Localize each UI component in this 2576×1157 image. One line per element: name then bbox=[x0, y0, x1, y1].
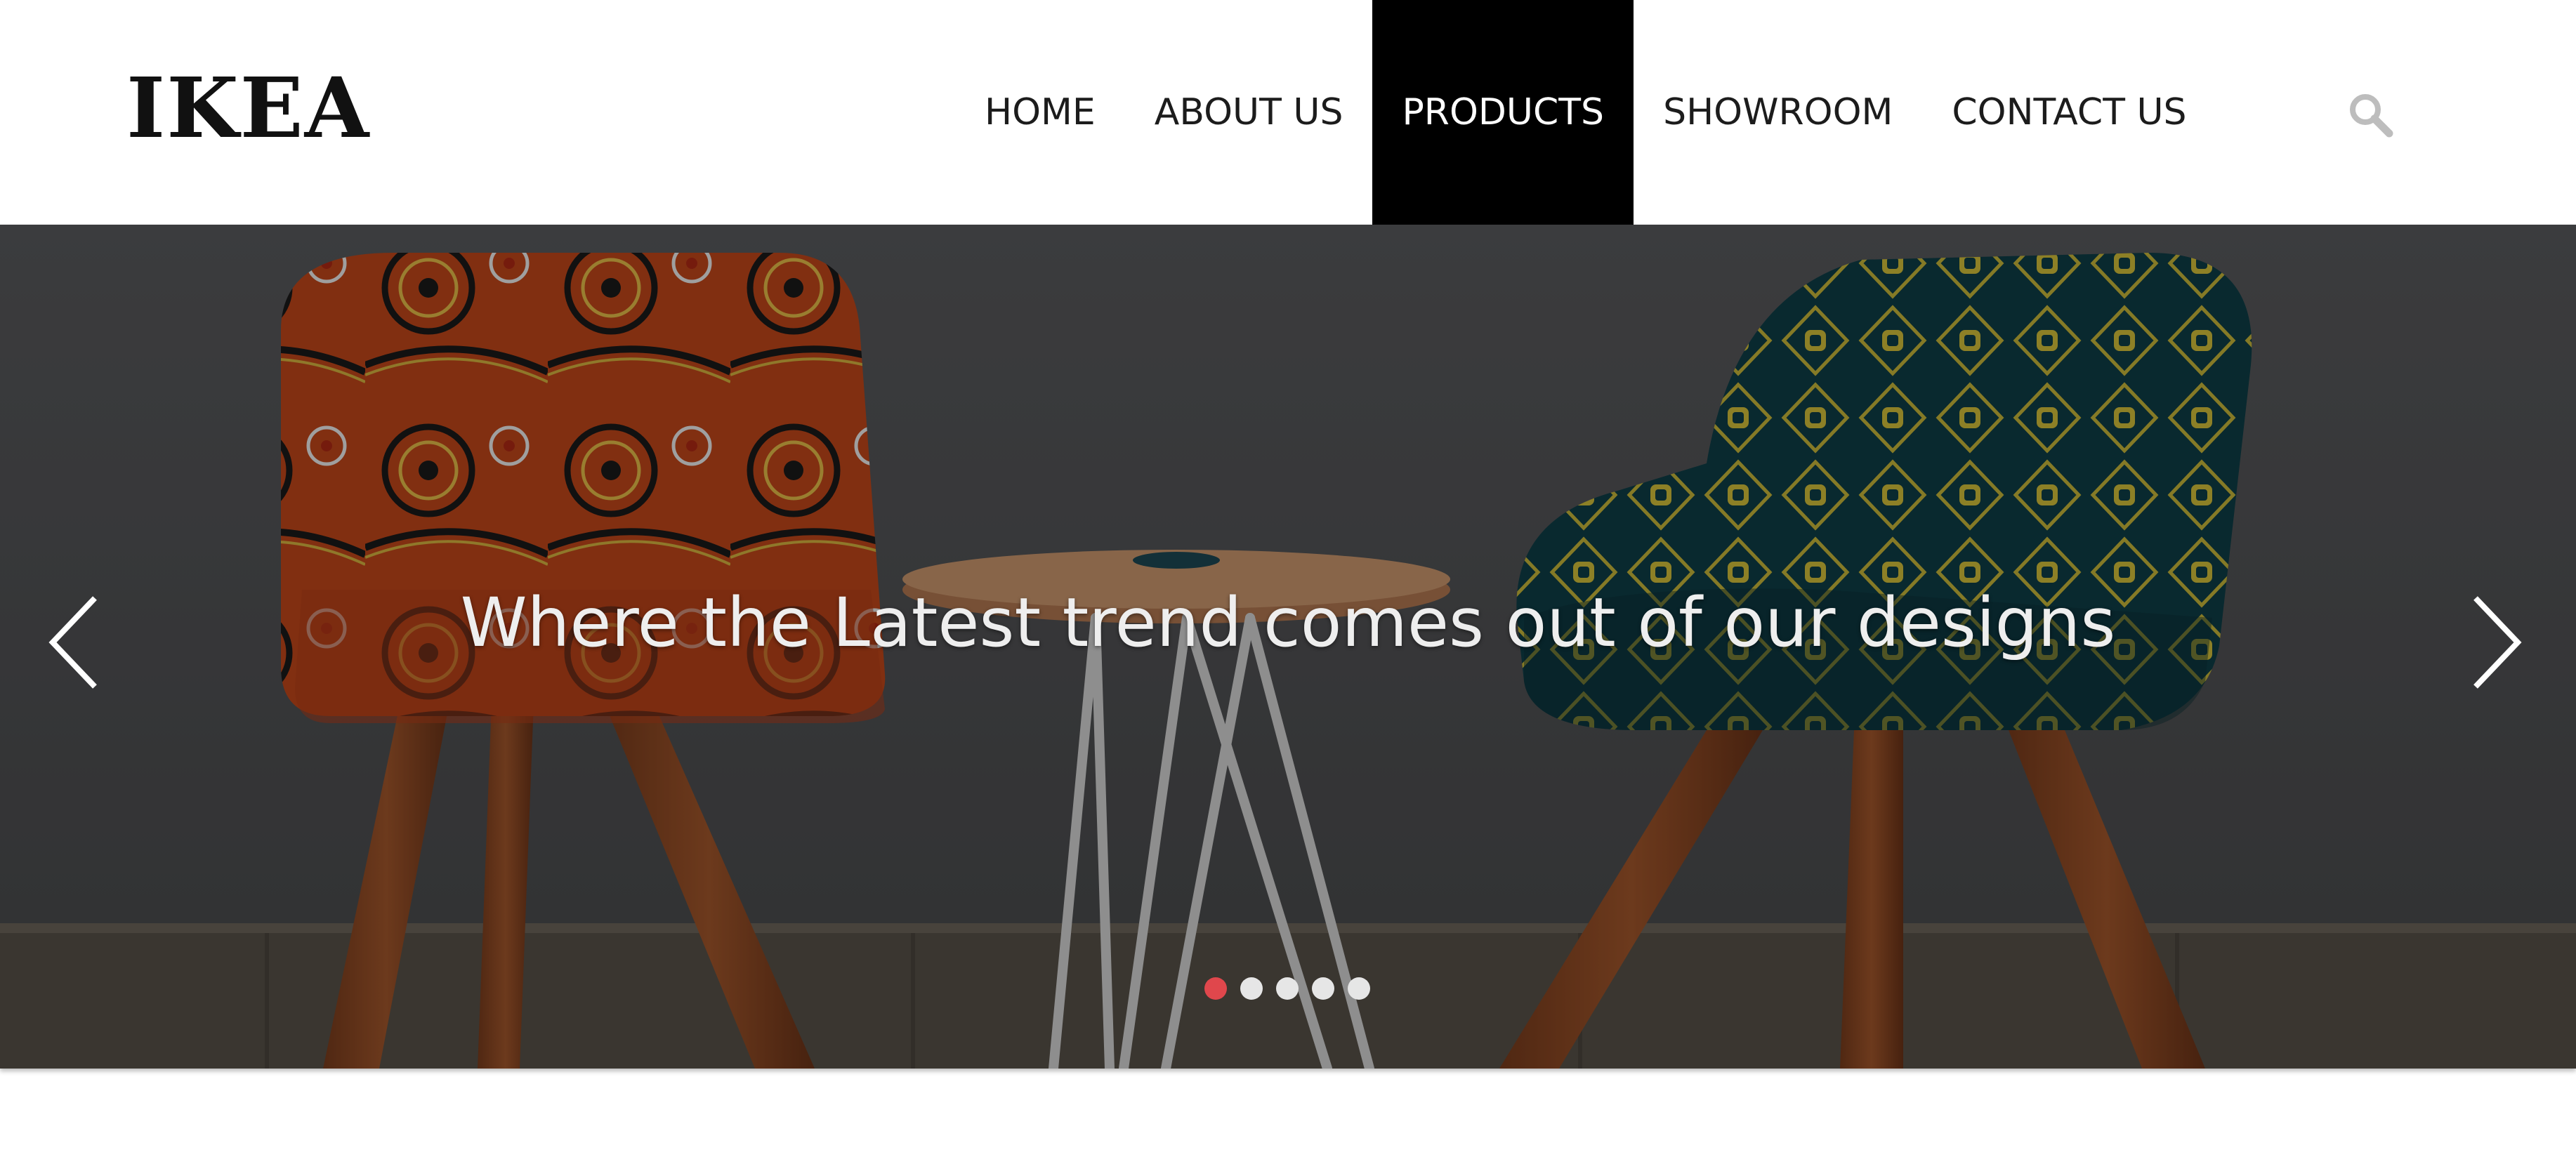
nav-item-showroom[interactable]: SHOWROOM bbox=[1634, 0, 1922, 225]
chevron-left-icon bbox=[48, 596, 97, 689]
slider-next-button[interactable] bbox=[2462, 590, 2539, 695]
nav-item-home[interactable]: HOME bbox=[955, 0, 1125, 225]
slider-dot-1[interactable] bbox=[1204, 977, 1227, 1000]
slider-pagination bbox=[1204, 977, 1370, 1000]
chevron-right-icon bbox=[2473, 596, 2522, 689]
slider-dot-4[interactable] bbox=[1312, 977, 1334, 1000]
nav-item-about-us[interactable]: ABOUT US bbox=[1125, 0, 1373, 225]
nav-item-contact-us[interactable]: CONTACT US bbox=[1922, 0, 2216, 225]
slider-prev-button[interactable] bbox=[39, 590, 116, 695]
hero-slider: Where the Latest trend comes out of our … bbox=[0, 225, 2576, 1069]
hero-caption: Where the Latest trend comes out of our … bbox=[460, 583, 2116, 662]
site-header: IKEA HOME ABOUT US PRODUCTS SHOWROOM CON… bbox=[0, 0, 2576, 225]
slider-dot-5[interactable] bbox=[1348, 977, 1370, 1000]
main-nav: HOME ABOUT US PRODUCTS SHOWROOM CONTACT … bbox=[955, 0, 2216, 225]
slider-dot-3[interactable] bbox=[1276, 977, 1299, 1000]
slider-dot-2[interactable] bbox=[1240, 977, 1263, 1000]
search-icon[interactable] bbox=[2347, 91, 2393, 138]
logo[interactable]: IKEA bbox=[126, 67, 370, 150]
nav-item-products[interactable]: PRODUCTS bbox=[1372, 0, 1634, 225]
